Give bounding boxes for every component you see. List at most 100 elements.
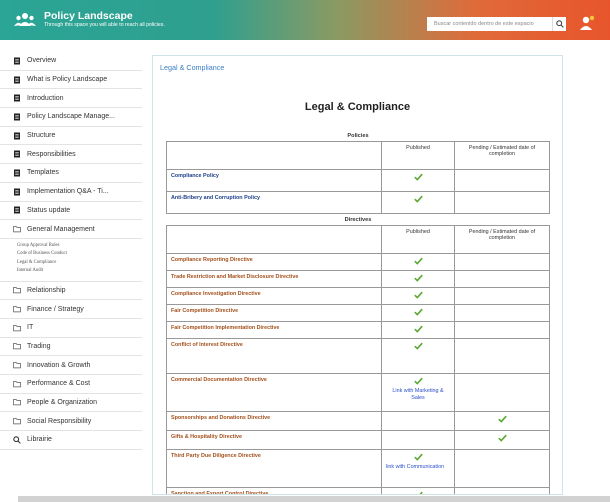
policy-link[interactable]: Fair Competition Implementation Directiv… (171, 325, 279, 331)
table-row: Gifts & Hospitality Directive (166, 430, 550, 450)
policy-link[interactable]: Fair Competition Directive (171, 308, 238, 314)
folder-icon (13, 398, 21, 406)
sidebar-item-overview[interactable]: Overview (0, 52, 142, 71)
document-icon (13, 206, 21, 214)
policy-link[interactable]: Anti-Bribery and Corruption Policy (171, 195, 260, 201)
sidebar-item-label: Trading (27, 342, 51, 350)
sidebar-item-label: Performance & Cost (27, 380, 91, 388)
check-icon (413, 291, 423, 301)
folder-icon (13, 225, 21, 233)
sidebar-item-trading[interactable]: Trading (0, 338, 142, 357)
table-row: Compliance Investigation Directive (166, 287, 550, 305)
column-header-name (166, 141, 382, 170)
sidebar-subnav: Group Approval Rules Code of Business Con… (0, 239, 142, 282)
sidebar-item-what-is-policy-landscape[interactable]: What is Policy Landscape (0, 71, 142, 90)
document-icon (13, 132, 21, 140)
sidebar-subitem-internal-audit[interactable]: Internal Audit (17, 267, 142, 275)
directives-table: Directives Published Pending / Estimated d… (166, 216, 550, 494)
column-header-name (166, 225, 382, 254)
sidebar-item-status-update[interactable]: Status update (0, 202, 142, 221)
people-icon (14, 12, 36, 28)
sidebar-item-label: Responsibilities (27, 150, 76, 158)
policy-link[interactable]: Conflict of Interest Directive (171, 342, 243, 348)
column-header-published: Published (381, 141, 455, 170)
sidebar-item-label: Implementation Q&A - Ti... (27, 188, 109, 196)
sidebar-item-label: Finance / Strategy (27, 305, 84, 313)
search-input[interactable]: Buscar contenido dentro de este espacio (427, 17, 552, 31)
table-row: Third Party Due Diligence Directive link … (166, 449, 550, 488)
check-icon (413, 453, 423, 463)
sidebar-item-label: Innovation & Growth (27, 361, 91, 369)
space-title[interactable]: Policy Landscape (44, 10, 165, 23)
table-row: Compliance Policy (166, 169, 550, 192)
folder-icon (13, 361, 21, 369)
table-row: Sponsorships and Donations Directive (166, 411, 550, 431)
sidebar-item-label: General Management (27, 225, 95, 233)
table-row: Sanction and Export Control Directive (166, 487, 550, 494)
policy-link[interactable]: Sponsorships and Donations Directive (171, 415, 270, 421)
policy-link[interactable]: Compliance Investigation Directive (171, 291, 261, 297)
sidebar-item-people-organization[interactable]: People & Organization (0, 394, 142, 413)
sidebar-subitem-code-of-business-conduct[interactable]: Code of Business Conduct (17, 250, 142, 258)
user-notification-icon[interactable] (579, 15, 595, 31)
page-title: Legal & Compliance (304, 101, 411, 113)
sidebar-item-policy-landscape-manage[interactable]: Policy Landscape Manage... (0, 108, 142, 127)
sidebar-item-label: People & Organization (27, 398, 98, 406)
folder-icon (13, 417, 21, 425)
column-header-pending: Pending / Estimated date of completion (454, 141, 550, 170)
section-title: Policies (347, 133, 369, 139)
table-row: Anti-Bribery and Corruption Policy (166, 191, 550, 214)
check-icon (497, 434, 507, 444)
sidebar-item-general-management[interactable]: General Management (0, 220, 142, 239)
sidebar-item-librairie[interactable]: Librairie (0, 431, 142, 450)
folder-icon (13, 380, 21, 388)
document-icon (13, 76, 21, 84)
sidebar-item-responsibilities[interactable]: Responsibilities (0, 145, 142, 165)
policy-link[interactable]: Sanction and Export Control Directive (171, 491, 268, 494)
sidebar: Overview What is Policy Landscape Introduc… (0, 52, 142, 450)
horizontal-scrollbar[interactable] (18, 496, 610, 502)
document-icon (13, 150, 21, 158)
folder-icon (13, 324, 21, 332)
sidebar-item-innovation-growth[interactable]: Innovation & Growth (0, 356, 142, 375)
space-subtitle: Through this space you will able to reac… (44, 22, 165, 29)
search-button[interactable] (552, 17, 566, 31)
sidebar-item-label: Policy Landscape Manage... (27, 113, 115, 121)
sidebar-item-it[interactable]: IT (0, 319, 142, 338)
related-link[interactable]: link with Communication (386, 464, 450, 471)
column-header-pending: Pending / Estimated date of completion (454, 225, 550, 254)
search-icon (555, 20, 564, 28)
policy-link[interactable]: Compliance Policy (171, 173, 219, 179)
table-row: Conflict of Interest Directive (166, 338, 550, 374)
policy-link[interactable]: Compliance Reporting Directive (171, 257, 253, 263)
related-link[interactable]: Link with Marketing & Sales (386, 388, 450, 403)
check-icon (413, 257, 423, 267)
sidebar-item-label: Status update (27, 206, 71, 214)
sidebar-item-structure[interactable]: Structure (0, 127, 142, 146)
content-panel: Legal & Compliance Legal & Compliance Po… (152, 55, 563, 495)
sidebar-item-finance-strategy[interactable]: Finance / Strategy (0, 300, 142, 319)
sidebar-subitem-group-approval-rules[interactable]: Group Approval Rules (17, 242, 142, 250)
document-icon (13, 113, 21, 121)
sidebar-item-label: Structure (27, 132, 56, 140)
sidebar-item-relationship[interactable]: Relationship (0, 282, 142, 301)
sidebar-item-implementation-q-a-ti[interactable]: Implementation Q&A - Ti... (0, 183, 142, 202)
breadcrumb[interactable]: Legal & Compliance (160, 63, 224, 72)
document-icon (13, 169, 21, 177)
policy-link[interactable]: Trade Restriction and Market Disclosure … (171, 274, 298, 280)
column-header-published: Published (381, 225, 455, 254)
policy-link[interactable]: Gifts & Hospitality Directive (171, 434, 242, 440)
table-row: Compliance Reporting Directive (166, 253, 550, 271)
policy-link[interactable]: Third Party Due Diligence Directive (171, 453, 261, 459)
folder-icon (13, 342, 21, 350)
sidebar-item-introduction[interactable]: Introduction (0, 89, 142, 109)
sidebar-item-performance-cost[interactable]: Performance & Cost (0, 375, 142, 394)
sidebar-item-templates[interactable]: Templates (0, 164, 142, 183)
section-title: Directives (344, 217, 372, 223)
sidebar-subitem-legal-compliance[interactable]: Legal & Compliance (17, 259, 142, 267)
sidebar-item-label: Social Responsibility (27, 417, 92, 425)
policy-link[interactable]: Commercial Documentation Directive (171, 377, 267, 383)
check-icon (414, 491, 423, 494)
search-icon (13, 436, 21, 444)
sidebar-item-social-responsibility[interactable]: Social Responsibility (0, 412, 142, 431)
